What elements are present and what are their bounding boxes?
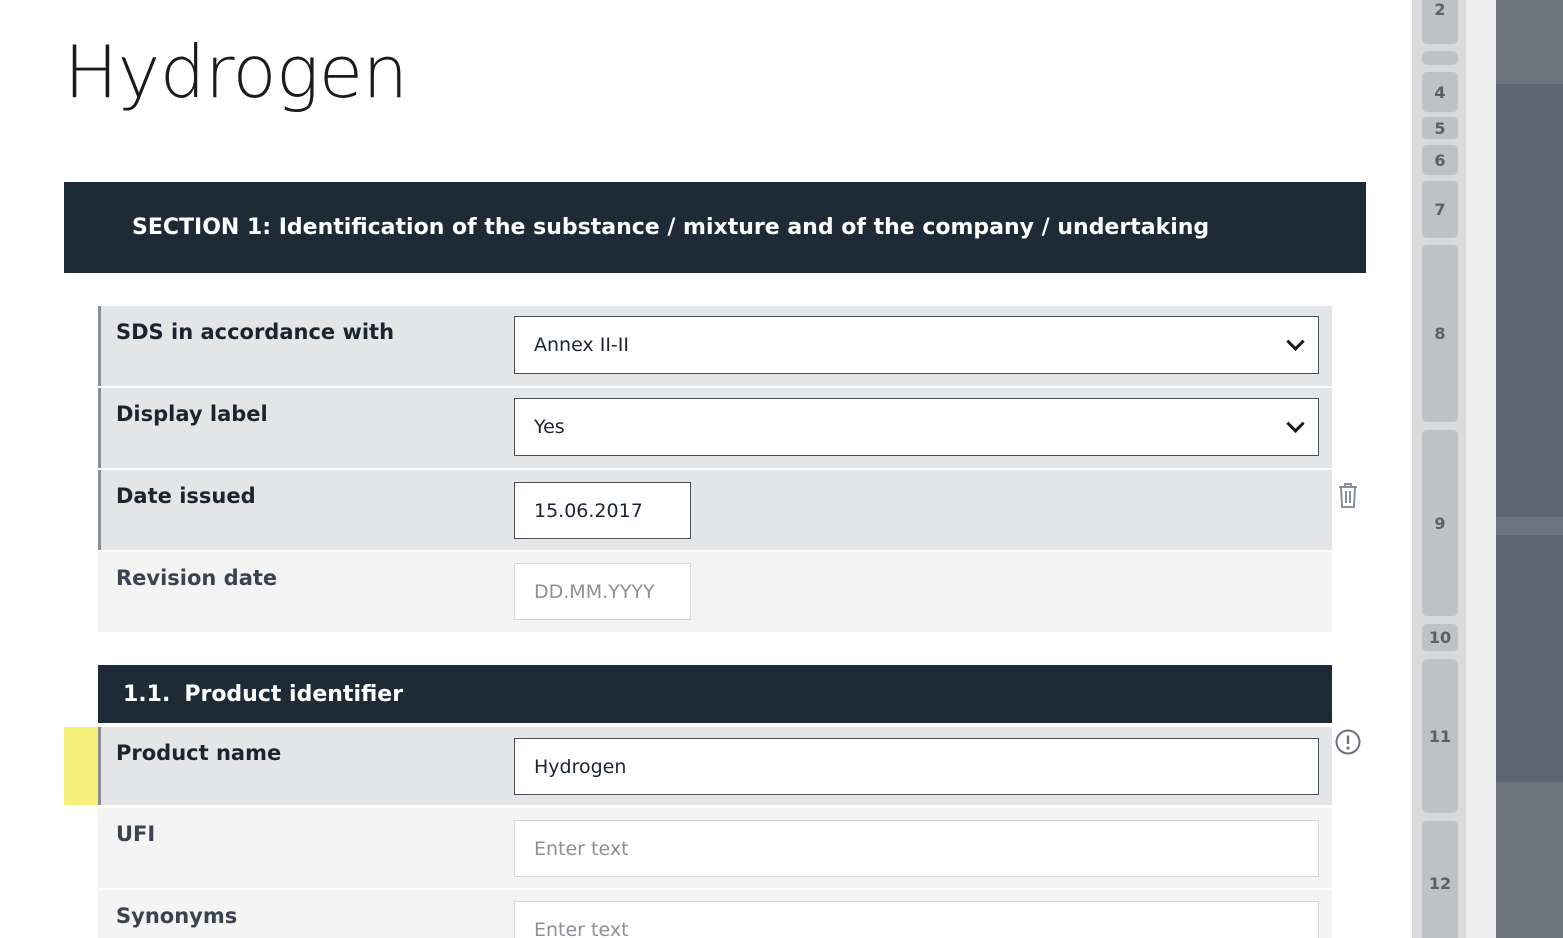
sds-accordance-row: SDS in accordance with Annex II-II [98, 306, 1332, 386]
section-nav-item-3[interactable] [1422, 51, 1458, 65]
side-panel [1496, 0, 1563, 938]
sds-accordance-select[interactable]: Annex II-II [514, 316, 1319, 374]
section-nav-item-12[interactable]: 12 [1422, 821, 1458, 938]
section-1-title: SECTION 1: Identification of the substan… [132, 215, 1210, 240]
scroll-gutter [1466, 0, 1496, 938]
ufi-placeholder: Enter text [534, 837, 629, 860]
synonyms-placeholder: Enter text [534, 918, 629, 938]
side-panel-band [1496, 0, 1563, 84]
synonyms-label: Synonyms [116, 904, 238, 928]
section-nav-item-11[interactable]: 11 [1422, 659, 1458, 813]
section-nav-item-8[interactable]: 8 [1422, 245, 1458, 422]
ufi-label: UFI [116, 822, 156, 846]
ufi-input[interactable]: Enter text [514, 820, 1319, 877]
product-name-input[interactable]: Hydrogen [514, 738, 1319, 795]
revision-date-label: Revision date [116, 566, 278, 590]
product-name-value: Hydrogen [534, 755, 627, 778]
date-issued-row: Date issued 15.06.2017 [98, 470, 1332, 550]
chevron-down-icon[interactable] [1286, 332, 1305, 351]
product-name-row: Product name Hydrogen [98, 727, 1332, 805]
synonyms-input[interactable]: Enter text [514, 901, 1319, 938]
section-nav-item-2[interactable]: 2 [1422, 0, 1458, 44]
subsection-title: Product identifier [184, 681, 404, 707]
date-issued-label: Date issued [116, 484, 256, 508]
section-nav-item-10[interactable]: 10 [1422, 624, 1458, 651]
sds-accordance-value: Annex II-II [534, 334, 629, 356]
revision-date-input[interactable]: DD.MM.YYYY [514, 563, 691, 620]
display-label-label: Display label [116, 402, 268, 426]
subsection-1-1-header[interactable]: 1.1. Product identifier [98, 665, 1332, 723]
revision-date-placeholder: DD.MM.YYYY [534, 580, 655, 603]
revision-date-row: Revision date DD.MM.YYYY [98, 552, 1332, 632]
exclamation-circle-icon[interactable] [1334, 728, 1362, 756]
section-nav-item-9[interactable]: 9 [1422, 430, 1458, 616]
section-nav-item-4[interactable]: 4 [1422, 72, 1458, 112]
chevron-down-icon[interactable] [1286, 414, 1305, 433]
section-1-header[interactable]: SECTION 1: Identification of the substan… [64, 182, 1366, 273]
date-issued-input[interactable]: 15.06.2017 [514, 482, 691, 539]
subsection-number: 1.1. [123, 681, 171, 707]
page-title: Hydrogen [64, 30, 408, 114]
synonyms-row: Synonyms Enter text [98, 890, 1332, 938]
trash-icon[interactable] [1336, 481, 1360, 509]
section-nav-item-5[interactable]: 5 [1422, 117, 1458, 139]
side-panel-band [1496, 517, 1563, 535]
section-nav-item-6[interactable]: 6 [1422, 145, 1458, 175]
side-panel-band [1496, 782, 1563, 938]
display-label-value: Yes [534, 416, 565, 438]
date-issued-value: 15.06.2017 [534, 499, 643, 522]
display-label-select[interactable]: Yes [514, 398, 1319, 456]
display-label-row: Display label Yes [98, 388, 1332, 468]
product-name-label: Product name [116, 741, 282, 765]
required-field-marker [64, 727, 98, 805]
ufi-row: UFI Enter text [98, 808, 1332, 888]
section-nav-item-7[interactable]: 7 [1422, 181, 1458, 238]
sds-accordance-label: SDS in accordance with [116, 320, 395, 344]
